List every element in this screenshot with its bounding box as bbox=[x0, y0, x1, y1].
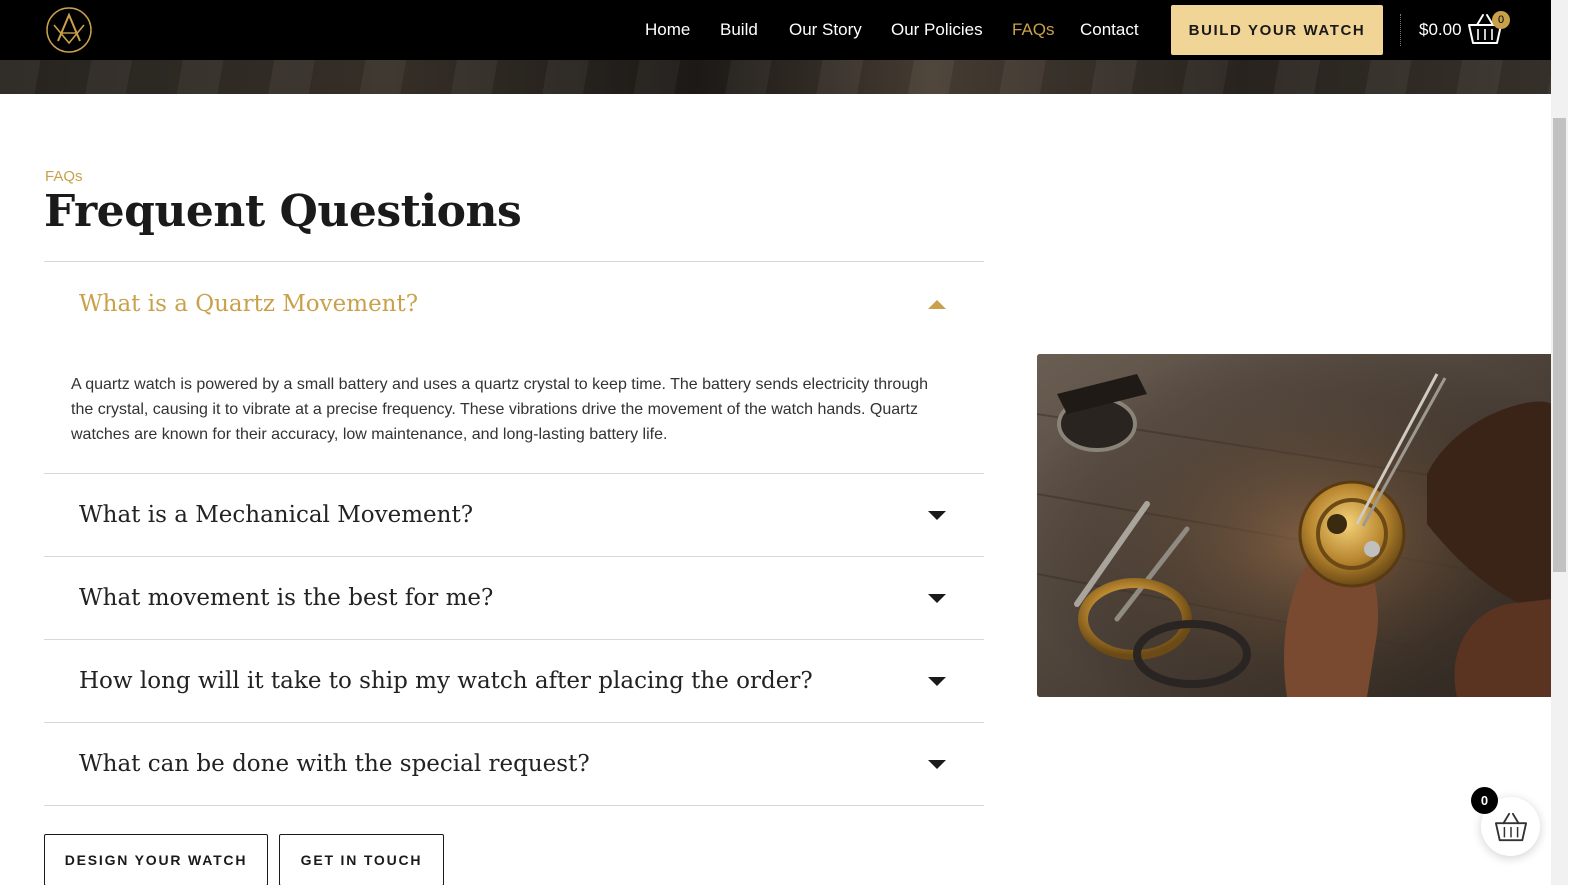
page-title: Frequent Questions bbox=[44, 186, 522, 237]
nav-our-story[interactable]: Our Story bbox=[789, 20, 862, 40]
brand-logo[interactable] bbox=[44, 5, 94, 55]
basket-icon bbox=[1494, 812, 1527, 842]
cart-count-badge: 0 bbox=[1492, 11, 1510, 29]
design-your-watch-button[interactable]: DESIGN YOUR WATCH bbox=[44, 834, 268, 885]
nav-build[interactable]: Build bbox=[720, 20, 758, 40]
caret-up-icon bbox=[928, 299, 946, 309]
faq-question-text: How long will it take to ship my watch a… bbox=[79, 668, 813, 694]
faq-answer-quartz: A quartz watch is powered by a small bat… bbox=[71, 376, 929, 443]
caret-down-icon bbox=[928, 759, 946, 769]
nav-our-policies[interactable]: Our Policies bbox=[891, 20, 983, 40]
hero-image-strip bbox=[0, 60, 1551, 94]
faq-item-mechanical: What is a Mechanical Movement? bbox=[44, 473, 984, 556]
nav-faqs[interactable]: FAQs bbox=[1012, 20, 1055, 40]
faq-question-shipping[interactable]: How long will it take to ship my watch a… bbox=[44, 640, 984, 722]
page-scrollbar-thumb[interactable] bbox=[1553, 118, 1566, 572]
nav-contact[interactable]: Contact bbox=[1080, 20, 1139, 40]
watchmaker-photo bbox=[1037, 354, 1551, 697]
site-header: Home Build Our Story Our Policies FAQs C… bbox=[0, 0, 1551, 60]
build-your-watch-button[interactable]: BUILD YOUR WATCH bbox=[1171, 5, 1383, 55]
header-divider bbox=[1400, 14, 1401, 46]
faq-question-special-request[interactable]: What can be done with the special reques… bbox=[44, 723, 984, 805]
faq-question-mechanical[interactable]: What is a Mechanical Movement? bbox=[44, 474, 984, 556]
get-in-touch-button[interactable]: GET IN TOUCH bbox=[279, 834, 444, 885]
faq-item-best-movement: What movement is the best for me? bbox=[44, 556, 984, 639]
faq-item-quartz: What is a Quartz Movement? A quartz watc… bbox=[44, 261, 984, 473]
caret-down-icon bbox=[928, 510, 946, 520]
section-eyebrow: FAQs bbox=[45, 168, 83, 185]
faq-accordion: What is a Quartz Movement? A quartz watc… bbox=[44, 261, 984, 806]
faq-question-text: What can be done with the special reques… bbox=[79, 751, 590, 777]
floating-cart-count-badge: 0 bbox=[1471, 787, 1498, 814]
cta-buttons: DESIGN YOUR WATCH GET IN TOUCH bbox=[44, 834, 444, 885]
faq-question-text: What is a Mechanical Movement? bbox=[79, 502, 474, 528]
faq-question-quartz[interactable]: What is a Quartz Movement? bbox=[44, 262, 984, 346]
faq-item-shipping: How long will it take to ship my watch a… bbox=[44, 639, 984, 722]
cart-total[interactable]: $0.00 bbox=[1419, 20, 1462, 40]
caret-down-icon bbox=[928, 676, 946, 686]
faq-item-special-request: What can be done with the special reques… bbox=[44, 722, 984, 806]
caret-down-icon bbox=[928, 593, 946, 603]
faq-question-text: What movement is the best for me? bbox=[79, 585, 494, 611]
faq-question-text: What is a Quartz Movement? bbox=[79, 291, 419, 317]
nav-home[interactable]: Home bbox=[645, 20, 690, 40]
faq-question-best-movement[interactable]: What movement is the best for me? bbox=[44, 557, 984, 639]
